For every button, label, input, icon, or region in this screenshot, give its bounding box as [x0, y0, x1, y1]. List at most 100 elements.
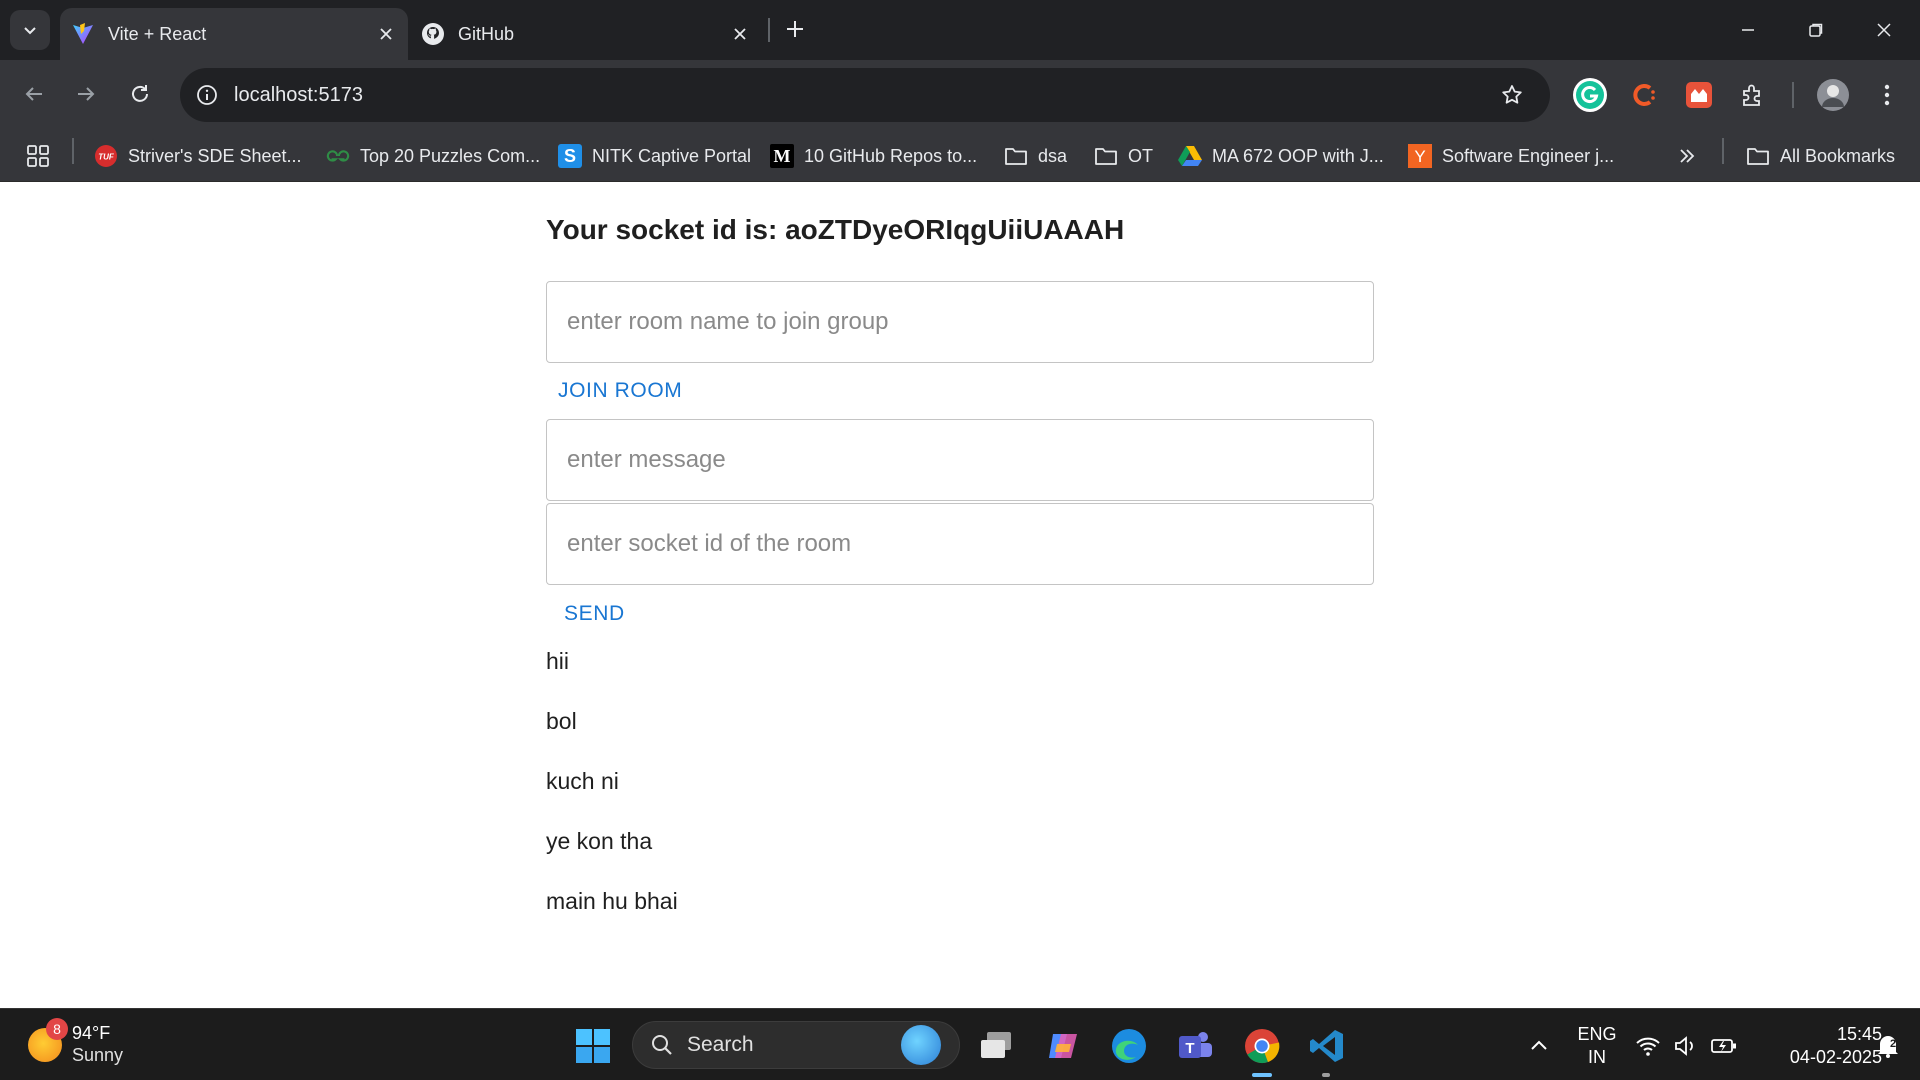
language-code: ENG	[1577, 1024, 1617, 1044]
battery-icon[interactable]	[1706, 1023, 1742, 1069]
notification-button[interactable]: 2	[1866, 1023, 1910, 1069]
tab-search-button[interactable]	[10, 10, 50, 50]
codeium-icon[interactable]	[1626, 76, 1664, 114]
apps-grid-button[interactable]	[26, 140, 50, 172]
vite-icon	[70, 21, 96, 47]
message-field[interactable]	[546, 419, 1374, 501]
chrome-active-indicator	[1252, 1073, 1272, 1077]
bookmark-label: All Bookmarks	[1780, 145, 1896, 166]
s-icon: S	[558, 144, 582, 168]
start-button[interactable]	[570, 1023, 616, 1069]
taskbar-search[interactable]: Search	[632, 1021, 960, 1069]
bookmark-star-icon[interactable]	[1492, 75, 1532, 115]
bookmark-ma-672-oop[interactable]: MA 672 OOP with J...	[1178, 140, 1384, 172]
minimize-icon	[1742, 29, 1754, 31]
send-button[interactable]: SEND	[552, 596, 637, 632]
svg-text:2: 2	[1890, 1038, 1896, 1050]
volume-icon[interactable]	[1668, 1023, 1704, 1069]
menu-kebab-icon[interactable]	[1868, 76, 1906, 114]
teams-button[interactable]: T	[1172, 1023, 1218, 1069]
sun-icon: 8	[28, 1018, 68, 1062]
chrome-button[interactable]	[1236, 1023, 1288, 1069]
folder-icon	[1004, 144, 1028, 168]
message-item: kuch ni	[546, 768, 619, 794]
page-viewport: Your socket id is: aoZTDyeORIqgUiiUAAAH …	[0, 182, 1920, 1008]
search-icon	[647, 1030, 677, 1060]
extension-red-icon[interactable]	[1680, 76, 1718, 114]
url-text[interactable]: localhost:5173	[234, 84, 1492, 107]
address-bar[interactable]: localhost:5173	[180, 68, 1550, 122]
time: 15:45	[1836, 1024, 1882, 1044]
message-item: bol	[546, 708, 577, 734]
join-room-button[interactable]: JOIN ROOM	[546, 373, 694, 409]
medium-icon: M	[770, 144, 794, 168]
room-name-field[interactable]	[546, 281, 1374, 363]
vscode-running-indicator	[1322, 1073, 1330, 1077]
all-bookmarks-button[interactable]: All Bookmarks	[1746, 140, 1895, 172]
clock[interactable]: 15:45 04-02-2025	[1752, 1023, 1882, 1068]
temperature: 94°F	[72, 1023, 111, 1044]
arrow-left-icon	[25, 87, 42, 101]
close-tab-icon[interactable]	[726, 20, 754, 48]
socket-id-field[interactable]	[546, 503, 1374, 585]
github-icon	[420, 21, 446, 47]
wifi-icon[interactable]	[1630, 1023, 1666, 1069]
teams-icon: T	[1179, 1032, 1212, 1058]
bookmark-software-engineer-jobs[interactable]: Y Software Engineer j...	[1408, 140, 1614, 172]
bookmark-label: Top 20 Puzzles Com...	[360, 145, 541, 166]
close-tab-icon[interactable]	[372, 20, 400, 48]
svg-text:Y: Y	[1414, 147, 1425, 166]
bookmarks-bar: TUF Striver's SDE Sheet... Top 20 Puzzle…	[0, 130, 1920, 182]
search-label: Search	[687, 1033, 754, 1056]
minimize-button[interactable]	[1714, 0, 1782, 60]
apps-grid-icon	[27, 145, 49, 167]
message-input[interactable]	[567, 446, 1353, 474]
restore-button[interactable]	[1782, 0, 1850, 60]
bookmark-label: OT	[1128, 145, 1153, 166]
bookmark-folder-ot[interactable]: OT	[1094, 140, 1153, 172]
date: 04-02-2025	[1789, 1046, 1882, 1067]
bookmarks-separator	[1722, 138, 1724, 164]
grammarly-icon[interactable]	[1571, 76, 1609, 114]
arrow-right-icon	[78, 87, 95, 101]
vscode-button[interactable]	[1304, 1023, 1350, 1069]
close-window-button[interactable]	[1850, 0, 1918, 60]
back-button[interactable]	[14, 74, 54, 114]
message-item: main hu bhai	[546, 888, 678, 914]
language-indicator[interactable]: ENG IN	[1572, 1023, 1622, 1068]
bookmarks-separator	[72, 138, 74, 164]
tab-vite-react[interactable]: Vite + React	[60, 8, 408, 60]
chevron-down-icon	[24, 27, 36, 35]
reload-button[interactable]	[120, 74, 160, 114]
bookmark-label: 10 GitHub Repos to...	[804, 145, 978, 166]
bookmark-folder-dsa[interactable]: dsa	[1004, 140, 1067, 172]
room-name-input[interactable]	[567, 308, 1353, 336]
show-hidden-icons-button[interactable]	[1516, 1023, 1562, 1069]
forward-button[interactable]	[66, 74, 106, 114]
bookmarks-overflow-button[interactable]	[1676, 140, 1698, 172]
bookmark-10-github-repos[interactable]: M 10 GitHub Repos to...	[770, 140, 977, 172]
edge-button[interactable]	[1106, 1023, 1152, 1069]
new-tab-button[interactable]	[778, 12, 812, 46]
copilot-button[interactable]	[1040, 1023, 1086, 1069]
task-view-button[interactable]	[974, 1023, 1020, 1069]
double-chevron-right-icon	[1680, 149, 1695, 163]
windows-logo-icon	[576, 1029, 610, 1063]
svg-text:T: T	[1185, 1040, 1194, 1057]
vscode-icon	[1310, 1030, 1343, 1062]
region-code: IN	[1588, 1046, 1606, 1067]
site-info-icon[interactable]	[190, 78, 224, 112]
profile-avatar[interactable]	[1814, 76, 1852, 114]
restore-icon	[1809, 23, 1823, 37]
bookmark-top-20-puzzles[interactable]: Top 20 Puzzles Com...	[326, 140, 540, 172]
bookmark-label: dsa	[1038, 145, 1068, 166]
socket-id-input[interactable]	[567, 530, 1353, 558]
extensions-puzzle-icon[interactable]	[1734, 76, 1772, 114]
tab-github[interactable]: GitHub	[410, 8, 762, 60]
bookmark-label: MA 672 OOP with J...	[1212, 145, 1384, 166]
notification-bell-icon: 2	[1878, 1036, 1898, 1058]
bookmark-nitk-captive-portal[interactable]: S NITK Captive Portal	[558, 140, 751, 172]
bookmark-strivers-sde-sheet[interactable]: TUF Striver's SDE Sheet...	[94, 140, 302, 172]
weather-widget[interactable]: 8 94°F Sunny	[28, 1018, 123, 1069]
ycombinator-icon: Y	[1408, 144, 1432, 168]
